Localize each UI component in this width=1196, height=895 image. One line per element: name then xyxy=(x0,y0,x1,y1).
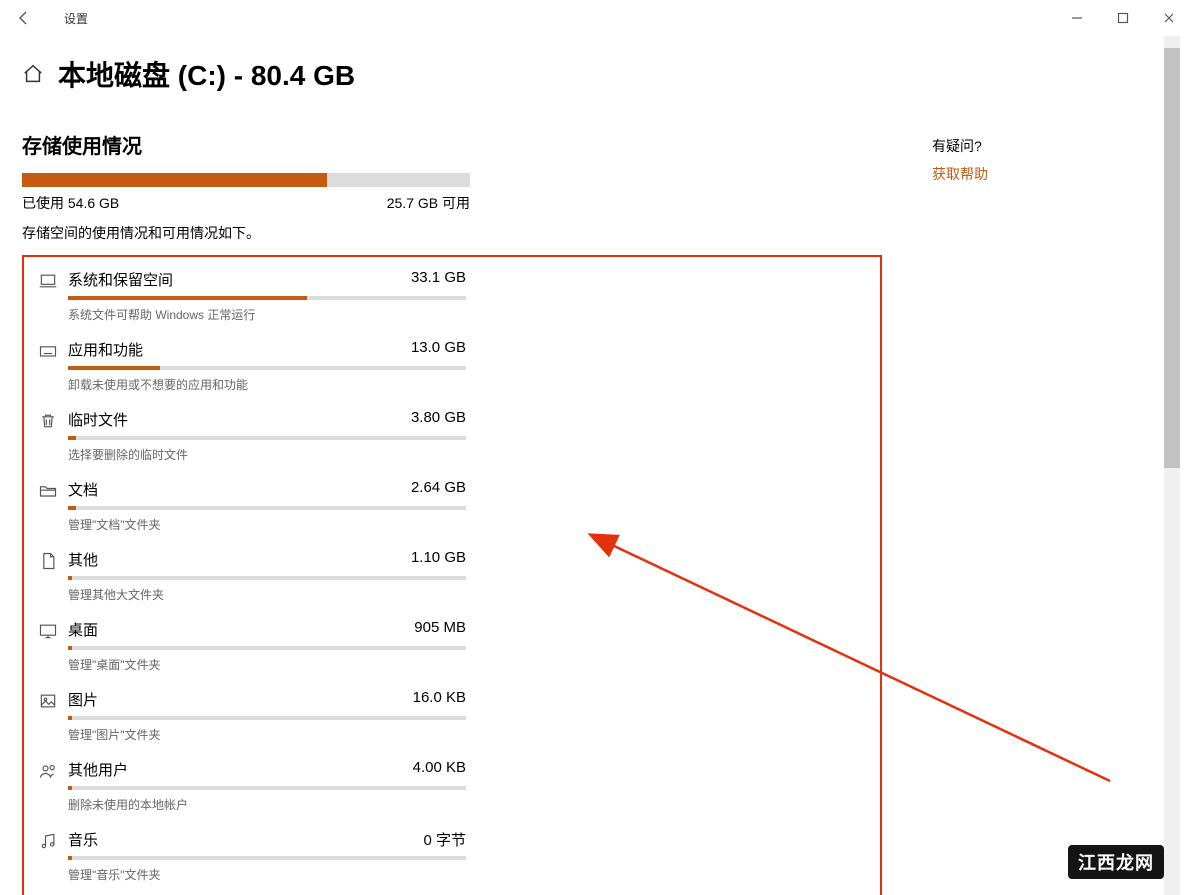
category-size: 13.0 GB xyxy=(411,339,466,360)
category-size: 16.0 KB xyxy=(413,689,466,710)
used-label: 已使用 54.6 GB xyxy=(22,193,119,213)
storage-category-row[interactable]: 应用和功能 13.0 GB 卸载未使用或不想要的应用和功能 xyxy=(24,331,880,401)
category-name: 其他 xyxy=(68,549,98,570)
category-name: 图片 xyxy=(68,689,98,710)
scrollbar[interactable] xyxy=(1164,36,1180,895)
category-bar xyxy=(68,296,466,300)
monitor-icon xyxy=(28,619,68,673)
maximize-button[interactable] xyxy=(1100,2,1146,34)
category-size: 0 字节 xyxy=(423,829,466,850)
category-name: 文档 xyxy=(68,479,98,500)
category-desc: 管理"文档"文件夹 xyxy=(68,516,466,533)
storage-category-row[interactable]: 其他 1.10 GB 管理其他大文件夹 xyxy=(24,541,880,611)
category-bar xyxy=(68,576,466,580)
question-label: 有疑问? xyxy=(932,136,1162,156)
category-desc: 管理"音乐"文件夹 xyxy=(68,866,466,883)
category-desc: 删除未使用的本地帐户 xyxy=(68,796,466,813)
total-storage-bar xyxy=(22,173,470,187)
category-size: 3.80 GB xyxy=(411,409,466,430)
window-title: 设置 xyxy=(64,10,88,27)
storage-category-row[interactable]: 音乐 0 字节 管理"音乐"文件夹 xyxy=(24,821,880,891)
storage-category-row[interactable]: 系统和保留空间 33.1 GB 系统文件可帮助 Windows 正常运行 xyxy=(24,261,880,331)
titlebar: 设置 xyxy=(0,0,1196,36)
category-size: 4.00 KB xyxy=(413,759,466,780)
category-bar xyxy=(68,646,466,650)
back-button[interactable] xyxy=(12,6,36,30)
category-bar xyxy=(68,366,466,370)
image-icon xyxy=(28,689,68,743)
category-desc: 选择要删除的临时文件 xyxy=(68,446,466,463)
watermark: 江西龙网 xyxy=(1068,845,1164,879)
storage-category-row[interactable]: 其他用户 4.00 KB 删除未使用的本地帐户 xyxy=(24,751,880,821)
category-desc: 管理"图片"文件夹 xyxy=(68,726,466,743)
storage-category-row[interactable]: 文档 2.64 GB 管理"文档"文件夹 xyxy=(24,471,880,541)
category-name: 其他用户 xyxy=(68,759,128,780)
file-icon xyxy=(28,549,68,603)
category-name: 应用和功能 xyxy=(68,339,143,360)
free-label: 25.7 GB 可用 xyxy=(387,193,470,213)
category-bar xyxy=(68,436,466,440)
category-desc: 系统文件可帮助 Windows 正常运行 xyxy=(68,306,466,323)
trash-icon xyxy=(28,409,68,463)
laptop-icon xyxy=(28,269,68,323)
minimize-button[interactable] xyxy=(1054,2,1100,34)
storage-description: 存储空间的使用情况和可用情况如下。 xyxy=(22,223,902,243)
category-size: 2.64 GB xyxy=(411,479,466,500)
category-bar xyxy=(68,786,466,790)
get-help-link[interactable]: 获取帮助 xyxy=(932,164,1162,184)
category-name: 临时文件 xyxy=(68,409,128,430)
category-bar xyxy=(68,716,466,720)
category-bar xyxy=(68,506,466,510)
category-name: 音乐 xyxy=(68,829,98,850)
category-desc: 卸载未使用或不想要的应用和功能 xyxy=(68,376,466,393)
category-name: 系统和保留空间 xyxy=(68,269,173,290)
category-desc: 管理其他大文件夹 xyxy=(68,586,466,603)
scrollbar-thumb[interactable] xyxy=(1164,48,1180,468)
storage-category-row[interactable]: 临时文件 3.80 GB 选择要删除的临时文件 xyxy=(24,401,880,471)
keyboard-icon xyxy=(28,339,68,393)
close-button[interactable] xyxy=(1146,2,1192,34)
category-size: 905 MB xyxy=(414,619,466,640)
storage-category-row[interactable]: 图片 16.0 KB 管理"图片"文件夹 xyxy=(24,681,880,751)
storage-usage-heading: 存储使用情况 xyxy=(22,130,902,159)
home-icon[interactable] xyxy=(22,63,44,85)
category-name: 桌面 xyxy=(68,619,98,640)
page-title: 本地磁盘 (C:) - 80.4 GB xyxy=(58,54,355,94)
category-size: 33.1 GB xyxy=(411,269,466,290)
highlighted-categories: 系统和保留空间 33.1 GB 系统文件可帮助 Windows 正常运行 应用和… xyxy=(22,255,882,895)
users-icon xyxy=(28,759,68,813)
content-area: 本地磁盘 (C:) - 80.4 GB 存储使用情况 已使用 54.6 GB 2… xyxy=(0,36,1180,895)
storage-category-row[interactable]: 桌面 905 MB 管理"桌面"文件夹 xyxy=(24,611,880,681)
music-icon xyxy=(28,829,68,883)
category-desc: 管理"桌面"文件夹 xyxy=(68,656,466,673)
category-bar xyxy=(68,856,466,860)
folder-icon xyxy=(28,479,68,533)
category-size: 1.10 GB xyxy=(411,549,466,570)
